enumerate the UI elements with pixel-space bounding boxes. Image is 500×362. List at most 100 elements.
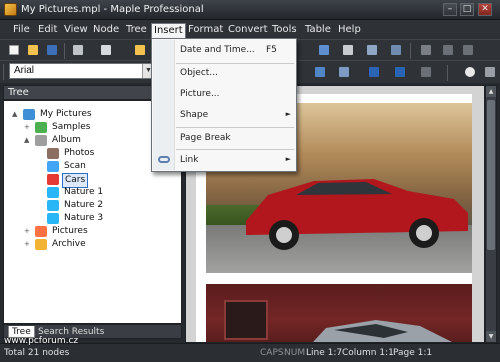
scroll-up-icon[interactable]: ▲: [486, 86, 496, 97]
status-page: Page 1:1: [393, 348, 433, 358]
preview-icon[interactable]: [98, 42, 114, 58]
tree-node-label: Nature 2: [64, 200, 104, 210]
menu-table[interactable]: Table: [303, 23, 333, 38]
tree-node-label: Scan: [64, 161, 86, 171]
folder-icon: [35, 135, 47, 146]
redo-icon[interactable]: [460, 42, 476, 58]
tree-panel-title: Tree: [8, 87, 29, 98]
menu-node[interactable]: Node: [91, 23, 121, 38]
menu-tree[interactable]: Tree: [124, 23, 149, 38]
menu-item-label: Page Break: [180, 133, 231, 143]
open-icon[interactable]: [25, 42, 41, 58]
undo-icon[interactable]: [440, 42, 456, 58]
tree-node-label: Album: [52, 135, 81, 145]
menu-view[interactable]: View: [62, 23, 90, 38]
menu-tools[interactable]: Tools: [270, 23, 299, 38]
scroll-thumb[interactable]: [487, 100, 495, 250]
clear-format-icon[interactable]: [418, 64, 434, 80]
menu-item-page-break[interactable]: Page Break: [153, 130, 295, 148]
expand-icon[interactable]: +: [24, 240, 32, 248]
butterfly-icon: [47, 213, 59, 224]
tree-node-label: Pictures: [52, 226, 88, 236]
tree-node-nature-1[interactable]: Nature 1: [36, 186, 176, 199]
menu-item-label: Object...: [180, 68, 218, 78]
silver-car-image: [313, 320, 452, 342]
expand-icon[interactable]: +: [24, 123, 32, 131]
scroll-down-icon[interactable]: ▼: [486, 331, 496, 342]
watermark-text: www.pcforum.cz: [4, 336, 79, 346]
menu-item-label: Link: [180, 155, 199, 165]
menu-item-picture[interactable]: Picture...: [153, 86, 295, 104]
close-button[interactable]: ✕: [478, 3, 492, 16]
print-icon[interactable]: [70, 42, 86, 58]
menu-item-label: Picture...: [180, 89, 220, 99]
insert-menu-dropdown: Date and Time... F5 Object... Picture...…: [151, 38, 297, 172]
submenu-arrow-icon: ►: [285, 155, 291, 163]
title-bar: My Pictures.mpl - Maple Professional – □…: [0, 0, 500, 20]
minimize-button[interactable]: –: [443, 3, 457, 16]
toolbar-separator: [64, 43, 65, 59]
butterfly-icon: [47, 200, 59, 211]
car-icon: [47, 174, 59, 185]
status-num: NUM: [284, 348, 306, 358]
italic-a-icon[interactable]: [366, 64, 382, 80]
toolbar-grip: [3, 64, 4, 80]
tree-node-archive[interactable]: + Archive: [24, 238, 174, 251]
submenu-arrow-icon: ►: [285, 110, 291, 118]
menu-edit[interactable]: Edit: [36, 23, 59, 38]
car-photo-silver[interactable]: [206, 284, 472, 342]
replace-icon[interactable]: [388, 42, 404, 58]
toolbar-separator: [410, 43, 411, 59]
tree-node-my-pictures[interactable]: ▲ My Pictures: [12, 108, 172, 121]
menu-separator: [176, 127, 294, 128]
vertical-scrollbar[interactable]: ▲ ▼: [485, 85, 497, 343]
status-line: Line 1:7: [306, 348, 343, 358]
notebook-icon: [23, 109, 35, 120]
find-icon[interactable]: [364, 42, 380, 58]
app-icon: [4, 3, 17, 16]
status-column: Column 1:1: [342, 348, 394, 358]
window-title: My Pictures.mpl - Maple Professional: [21, 4, 204, 15]
collapse-icon[interactable]: ▲: [24, 136, 32, 144]
new-icon[interactable]: [6, 42, 22, 58]
camera-icon: [47, 148, 59, 159]
menu-item-object[interactable]: Object...: [153, 65, 295, 83]
box-icon: [35, 239, 47, 250]
folder-icon: [35, 122, 47, 133]
maximize-button[interactable]: □: [460, 3, 474, 16]
circle-shape-icon[interactable]: [462, 64, 478, 80]
tree-node-cars[interactable]: Cars: [36, 173, 176, 188]
borders-icon[interactable]: [336, 64, 352, 80]
menu-convert[interactable]: Convert: [226, 23, 270, 38]
save-icon[interactable]: [44, 42, 60, 58]
tree-node-nature-2[interactable]: Nature 2: [36, 199, 176, 212]
printer-icon[interactable]: [340, 42, 356, 58]
tree-node-pictures[interactable]: + Pictures: [24, 225, 174, 238]
insert-node-icon[interactable]: [132, 42, 148, 58]
tree-node-nature-3[interactable]: Nature 3: [36, 212, 176, 225]
link-icon: [158, 156, 170, 163]
shape-more-icon[interactable]: [482, 64, 498, 80]
tree-node-label: Samples: [52, 122, 91, 132]
menu-separator: [176, 149, 294, 150]
menu-file[interactable]: File: [11, 23, 32, 38]
cut-icon[interactable]: [418, 42, 434, 58]
menu-insert[interactable]: Insert: [151, 23, 186, 38]
menu-format[interactable]: Format: [186, 23, 225, 38]
menu-item-link[interactable]: Link ►: [153, 152, 295, 170]
text-style-icon[interactable]: [392, 64, 408, 80]
table-icon[interactable]: [316, 42, 332, 58]
tree-node-label: Nature 3: [64, 213, 104, 223]
font-name-value: Arial: [14, 65, 35, 76]
collapse-icon[interactable]: ▲: [12, 110, 20, 118]
menu-item-date-and-time[interactable]: Date and Time... F5: [153, 42, 295, 60]
menu-help[interactable]: Help: [336, 23, 363, 38]
font-name-field[interactable]: Arial ▼: [9, 63, 155, 79]
star-icon: [35, 226, 47, 237]
menu-separator: [176, 63, 294, 64]
menu-item-shape[interactable]: Shape ►: [153, 107, 295, 125]
expand-icon[interactable]: +: [24, 227, 32, 235]
tree-node-label: Archive: [52, 239, 86, 249]
fill-color-icon[interactable]: [312, 64, 328, 80]
tree-node-label: Nature 1: [64, 187, 104, 197]
